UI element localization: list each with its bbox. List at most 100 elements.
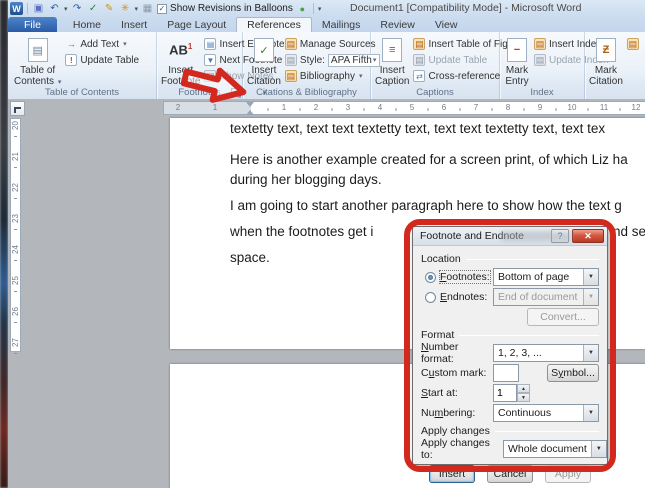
group-label: Citations & Bibliography	[243, 87, 370, 98]
save-icon[interactable]: ▣	[32, 2, 45, 15]
document-text-line[interactable]: space.	[230, 250, 270, 265]
ruler-tick	[14, 229, 17, 230]
ruler-number: 9	[538, 103, 542, 112]
numbering-combobox[interactable]: Continuous ▼	[493, 404, 599, 422]
screen: W ▣ ↶ ▾ ↷ ✓ ✎ ✳ ▾ ▦ ✓ Show Revisions in …	[0, 0, 645, 488]
ruler-tick	[620, 108, 621, 111]
update-table-icon: ▤	[413, 54, 425, 66]
tab-review[interactable]: Review	[370, 17, 424, 32]
footnotes-location-combobox[interactable]: Bottom of page ▼	[493, 268, 599, 286]
word-window: W ▣ ↶ ▾ ↷ ✓ ✎ ✳ ▾ ▦ ✓ Show Revisions in …	[8, 0, 645, 488]
dialog-title-bar[interactable]: Footnote and Endnote ? ✕	[413, 227, 607, 246]
spelling-icon[interactable]: ✓	[87, 2, 100, 15]
group-label: Captions	[371, 87, 499, 98]
ruler-number: 20	[11, 121, 20, 130]
quick-command-dropdown-icon[interactable]: ▾	[135, 5, 139, 13]
balloons-toggle[interactable]: ✓ Show Revisions in Balloons	[157, 3, 293, 14]
ruler-tick	[14, 291, 17, 292]
dropdown-icon: ▾	[58, 79, 62, 86]
spin-up-icon[interactable]: ▲	[517, 384, 530, 393]
customize-qat-icon[interactable]: ▾	[318, 5, 322, 13]
separator	[27, 3, 28, 14]
update-table-button[interactable]: ! Update Table	[63, 53, 141, 67]
start-at-label: Start at:	[421, 387, 493, 399]
bibliography-button[interactable]: ▤ Bibliography ▾	[283, 69, 382, 83]
ruler-tick	[332, 108, 333, 111]
document-text-line[interactable]: textetty text, text text textetty text, …	[230, 121, 605, 136]
tab-page-layout[interactable]: Page Layout	[157, 17, 236, 32]
pen-icon[interactable]: ✎	[103, 2, 116, 15]
word-logo-icon[interactable]: W	[10, 2, 23, 15]
insert-button[interactable]: Insert	[429, 465, 475, 483]
footnotes-radio[interactable]	[425, 272, 436, 283]
location-group-header: Location	[421, 253, 599, 265]
ruler-tick	[460, 108, 461, 111]
chevron-down-icon[interactable]: ▼	[583, 405, 598, 421]
endnotes-radio[interactable]	[425, 292, 436, 303]
document-area: 21123456789101112 2021222324252627 texte…	[8, 100, 645, 488]
chevron-down-icon[interactable]: ▼	[583, 345, 598, 361]
add-text-icon: →	[65, 38, 77, 50]
document-text-line[interactable]: during her blogging days.	[230, 172, 382, 187]
ruler-tick	[14, 322, 17, 323]
ruler-tick	[428, 108, 429, 111]
table-of-contents-button[interactable]: ▤ Table of Contents ▾	[12, 35, 63, 90]
endnotes-radio-label[interactable]: Endnotes:	[440, 291, 487, 303]
quick-access-toolbar: W ▣ ↶ ▾ ↷ ✓ ✎ ✳ ▾ ▦ ✓ Show Revisions in …	[10, 1, 321, 16]
mark-citation-icon: Ƶ	[593, 37, 619, 63]
tab-file[interactable]: File	[8, 17, 57, 32]
tab-insert[interactable]: Insert	[111, 17, 157, 32]
insert-citation-icon: ✓	[251, 37, 277, 63]
tab-view[interactable]: View	[425, 17, 468, 32]
ruler-number: 4	[378, 103, 382, 112]
document-text-line[interactable]: when the footnotes get i	[230, 224, 373, 239]
close-icon[interactable]: ✕	[572, 229, 604, 243]
symbol-button[interactable]: Symbol...	[547, 364, 599, 382]
ruler-number: 11	[600, 103, 608, 112]
undo-dropdown-icon[interactable]: ▾	[64, 5, 68, 13]
footnotes-radio-label[interactable]: Footnotes:	[440, 271, 490, 283]
manage-sources-icon: ▤	[285, 38, 297, 50]
insert-caption-button[interactable]: ≡ InsertCaption	[373, 35, 411, 89]
tab-mailings[interactable]: Mailings	[312, 17, 371, 32]
start-at-input[interactable]	[493, 384, 517, 402]
cancel-button[interactable]: Cancel	[487, 465, 533, 483]
tab-stop-selector[interactable]	[10, 101, 25, 116]
apply-changes-to-combobox[interactable]: Whole document ▼	[503, 440, 607, 458]
ruler-number: 3	[346, 103, 350, 112]
balloons-checkbox[interactable]: ✓	[157, 4, 167, 14]
tab-home[interactable]: Home	[63, 17, 111, 32]
quick-command-icon[interactable]: ✳	[119, 2, 132, 15]
ruler-tick	[268, 108, 269, 111]
add-text-button[interactable]: → Add Text ▾	[63, 37, 141, 51]
chevron-down-icon: ▼	[583, 289, 598, 305]
number-format-label: Number format:	[421, 341, 493, 365]
manage-sources-button[interactable]: ▤ Manage Sources	[283, 37, 382, 51]
mark-entry-button[interactable]: − MarkEntry	[502, 35, 532, 89]
number-format-combobox[interactable]: 1, 2, 3, ... ▼	[493, 344, 599, 362]
tab-references[interactable]: References	[236, 17, 312, 32]
undo-icon[interactable]: ↶	[48, 2, 61, 15]
vertical-ruler[interactable]: 2021222324252627	[10, 118, 21, 352]
document-text-line[interactable]: Here is another example created for a sc…	[230, 152, 628, 167]
group-table-of-contents: ▤ Table of Contents ▾ → Add Text ▾ ! Upd…	[8, 32, 157, 99]
title-bar: W ▣ ↶ ▾ ↷ ✓ ✎ ✳ ▾ ▦ ✓ Show Revisions in …	[8, 0, 645, 17]
custom-mark-input[interactable]	[493, 364, 519, 382]
group-citations-bibliography: ✓ Insert Citation ▾ ▤ Manage Sources ▤ S…	[243, 32, 371, 99]
ruler-number: 7	[474, 103, 478, 112]
redo-icon[interactable]: ↷	[71, 2, 84, 15]
cross-reference-icon: ⇄	[413, 70, 425, 82]
footnote-endnote-dialog: Footnote and Endnote ? ✕ Location Footno…	[412, 226, 608, 465]
chevron-down-icon[interactable]: ▼	[583, 269, 598, 285]
indent-markers[interactable]	[246, 102, 255, 115]
mark-citation-button[interactable]: Ƶ MarkCitation	[587, 35, 625, 89]
window-title: Document1 [Compatibility Mode] - Microso…	[350, 2, 581, 14]
chevron-down-icon[interactable]: ▼	[591, 441, 606, 457]
spin-down-icon[interactable]: ▼	[517, 393, 530, 402]
ribbon: ▤ Table of Contents ▾ → Add Text ▾ ! Upd…	[8, 32, 645, 100]
start-at-spinner[interactable]: ▲ ▼	[493, 384, 530, 402]
desktop-background-sliver	[0, 0, 8, 488]
table-tool-icon[interactable]: ▦	[141, 2, 154, 15]
document-text-line[interactable]: I am going to start another paragraph he…	[230, 198, 622, 213]
ruler-tick	[14, 167, 17, 168]
